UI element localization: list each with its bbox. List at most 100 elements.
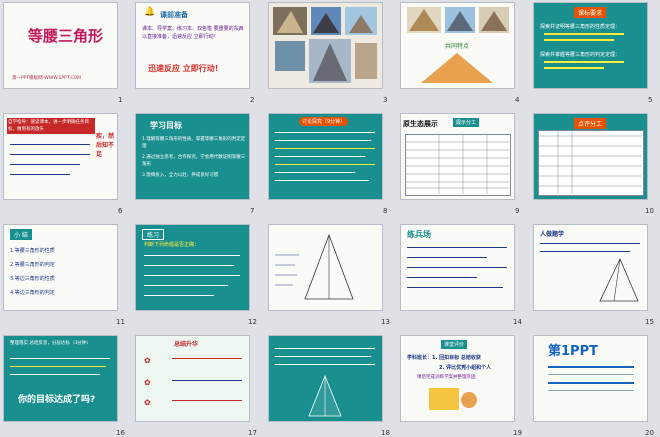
slide-number: 20 (645, 429, 654, 437)
slide-thumbnail-2[interactable]: 🔔 课前准备 课本、导学案、练习本、双色笔 要重要的东西以直接准备，迅速反应 立… (136, 3, 249, 88)
text-line (172, 380, 242, 381)
text-line (275, 180, 369, 181)
slide-sorter-grid: 等腰三角形 第一PPT模板网-WWW.1PPT.COM 1 🔔 课前准备 课本、… (4, 3, 660, 437)
slide-badge: 课标要求 (574, 7, 607, 18)
text-line (144, 285, 228, 286)
slide-number: 13 (381, 318, 390, 326)
text-line (144, 265, 234, 266)
slide-caption: 共同特点 (445, 43, 470, 50)
slide-item: 1.理解等腰三角形的性质。掌握等腰三角形的判定定理 (142, 137, 246, 149)
slide-title: 练兵场 (407, 230, 431, 239)
text-line (407, 257, 487, 258)
text-line (172, 400, 242, 401)
text-line (407, 247, 507, 248)
slide-item: 3.激情投入，全力以赴，养成良好习惯 (142, 173, 219, 178)
slide-slogan: 迅速反应 立即行动! (148, 64, 219, 73)
text-line (144, 275, 240, 276)
slide-number: 19 (513, 429, 522, 437)
slide-footer: 第一PPT模板网-WWW.1PPT.COM (12, 76, 82, 81)
text-line (10, 144, 90, 145)
text-line (10, 374, 100, 375)
text-line (407, 267, 507, 268)
slide-number: 1 (118, 96, 123, 104)
slide-thumbnail-15[interactable]: 人做题学 (534, 225, 647, 310)
slide-line: 探索并证明等腰三角形的性质定理： (540, 24, 621, 30)
table-grid (539, 131, 642, 194)
text-line (275, 164, 375, 165)
table-grid (406, 135, 509, 194)
slide-thumbnail-4[interactable]: 共同特点 (401, 3, 514, 88)
text-line (144, 255, 240, 256)
slide-logo: 第1PPT (548, 344, 598, 359)
slide-number: 12 (248, 318, 257, 326)
slide-thumbnail-12[interactable]: 练习 判断下列命题是否正确： (136, 225, 249, 310)
slide-number: 16 (116, 429, 125, 437)
slide-question: 你的目标达成了吗? (18, 395, 96, 405)
slide-thumbnail-13[interactable] (269, 225, 382, 310)
slide-thumbnail-14[interactable]: 练兵场 (401, 225, 514, 310)
slide-thumbnail-5[interactable]: 课标要求 探索并证明等腰三角形的性质定理： 探索并掌握等腰三角形的判定定理： (534, 3, 647, 88)
slide-item: 2.通过独立思考，合作探究，学会用代数证明等腰三角形 (142, 155, 246, 167)
slide-item: 4.等边三角形的判定 (10, 290, 55, 296)
photo-collage (273, 7, 377, 83)
text-line (172, 358, 242, 359)
highlight-bar (544, 33, 624, 35)
text-line (548, 366, 634, 368)
flower-icon: ✿ (144, 356, 151, 365)
slide-thumbnail-20[interactable]: 第1PPT (534, 336, 647, 421)
isosceles-triangle-diagram (275, 233, 354, 300)
text-line (10, 154, 90, 155)
slide-number: 18 (381, 429, 390, 437)
text-line (275, 132, 375, 133)
text-line (548, 390, 634, 391)
text-line (407, 287, 503, 288)
slide-title: 课前准备 (160, 11, 188, 19)
slide-thumbnail-17[interactable]: 总结升华 ✿ ✿ ✿ (136, 336, 249, 421)
text-line (10, 174, 70, 175)
slide-tag: 小 结 (10, 229, 32, 240)
slide-title: 讨论探究（9分钟） (299, 117, 349, 126)
illustration (429, 388, 477, 410)
slide-thumbnail-3[interactable] (269, 3, 382, 88)
slide-number: 17 (248, 429, 257, 437)
slide-line: 探索并掌握等腰三角形的判定定理： (540, 52, 621, 58)
slide-title: 总结升华 (174, 341, 199, 348)
slide-prompt: 判断下列命题是否正确： (144, 242, 200, 248)
slide-number: 3 (383, 96, 388, 104)
highlight-bar (544, 39, 614, 41)
slide-thumbnail-11[interactable]: 小 结 1.等腰三角形的性质 2.等腰三角形的判定 3.等边三角形的性质 4.等… (4, 225, 117, 310)
slide-thumbnail-9[interactable]: 原生态展示 展示分工 (401, 114, 514, 199)
slide-thumbnail-18[interactable] (269, 336, 382, 421)
slide-thumbnail-10[interactable]: 点评分工 (534, 114, 647, 199)
slide-number: 9 (515, 207, 520, 215)
slide-thumbnail-16[interactable]: 整理落实 总结反思，分层达标（3分钟） 你的目标达成了吗? (4, 336, 117, 421)
text-line (275, 140, 371, 141)
slide-thumbnail-6[interactable]: 自学指导：速读课本，进一步明确任务目标，做到有的放矢 疾，然后知不足 (4, 114, 117, 199)
slide-thumbnail-1[interactable]: 等腰三角形 第一PPT模板网-WWW.1PPT.COM (4, 3, 117, 88)
flower-icon: ✿ (144, 398, 151, 407)
flower-icon: ✿ (144, 378, 151, 387)
text-line (548, 374, 634, 375)
highlight-bar (544, 61, 624, 63)
triangle-diagram (308, 374, 342, 417)
slide-title: 学习目标 (150, 121, 182, 130)
slide-number: 14 (513, 318, 522, 326)
slide-thumbnail-7[interactable]: 学习目标 1.理解等腰三角形的性质。掌握等腰三角形的判定定理 2.通过独立思考，… (136, 114, 249, 199)
slide-number: 15 (645, 318, 654, 326)
highlight-bar (544, 67, 604, 69)
slide-item: 2.等腰三角形的判定 (10, 262, 55, 268)
slide-body: 课本、导学案、练习本、双色笔 要重要的东西以直接准备，迅速反应 立即行动！ (142, 26, 244, 40)
slide-head: 整理落实 总结反思，分层达标（3分钟） (10, 341, 91, 346)
slide-side-text: 疾，然后知不足 (96, 133, 115, 158)
slide-tag: 练习 (142, 229, 165, 240)
slide-title: 等腰三角形 (28, 27, 104, 45)
text-line (10, 164, 80, 165)
text-line (10, 358, 110, 359)
slide-thumbnail-19[interactable]: 课堂评价 学科班长：1. 回扣目标 总结收获 2. 评比优秀小组和个人 课后完成… (401, 336, 514, 421)
text-line (275, 148, 375, 149)
slide-lead: 自学指导：速读课本，进一步明确任务目标，做到有的放矢 (7, 118, 95, 134)
slide-number: 7 (250, 207, 255, 215)
slide-thumbnail-8[interactable]: 讨论探究（9分钟） (269, 114, 382, 199)
text-line (144, 295, 214, 296)
bell-icon: 🔔 (144, 7, 156, 17)
